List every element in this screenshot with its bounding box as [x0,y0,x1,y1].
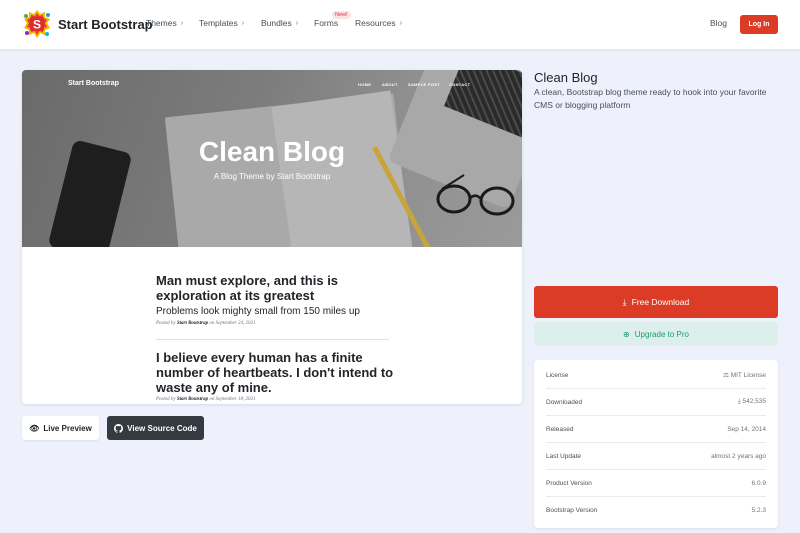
download-icon: ⤓ [737,398,741,405]
info-value: Sep 14, 2014 [727,425,766,433]
top-navbar: S Start Bootstrap Themes › Templates › B… [0,0,800,49]
preview-hero-title: Clean Blog [198,136,346,167]
chevron-right-icon: › [399,19,402,27]
license-value: MIT License [730,372,766,379]
preview-post-title: I believe every human has a finite numbe… [156,350,394,395]
view-source-button[interactable]: View Source Code [107,416,204,440]
nav-templates-label: Templates [199,18,238,28]
login-button[interactable]: Log In [740,15,778,34]
live-preview-label: Live Preview [43,423,92,433]
info-value: almost 2 years ago [711,452,766,460]
info-label: Last Update [546,452,582,460]
preview-hero-subtitle: A Blog Theme by Start Bootstrap [213,172,331,181]
info-label: License [546,371,569,379]
info-row-license: License ⚖ MIT License [546,362,766,389]
info-label: Downloaded [546,398,583,406]
eye-icon: 👁 [29,423,40,433]
post-divider [156,339,389,340]
preview-nav-about: ABOUT [382,82,398,87]
preview-nav-home: HOME [358,82,372,87]
preview-nav-sample-post: SAMPLE POST [408,82,440,87]
theme-preview-image[interactable]: Start Bootstrap HOME ABOUT SAMPLE POST C… [22,70,522,404]
preview-post-title: Man must explore, and this is exploratio… [156,273,339,303]
brand-name: Start Bootstrap [58,16,153,32]
nav-templates[interactable]: Templates › [199,18,244,28]
preview-post-date: on September 24, 2021 [209,321,256,326]
info-value: 5.2.3 [751,507,766,514]
info-value: ⤓ 542,535 [738,398,766,406]
preview-brand: Start Bootstrap [68,80,119,87]
chevron-right-icon: › [295,19,299,27]
start-bootstrap-logo-icon: S [24,10,50,38]
preview-hero: Start Bootstrap HOME ABOUT SAMPLE POST C… [22,70,522,247]
preview-nav-contact: CONTACT [449,82,471,87]
notebook-page-shape [271,90,413,247]
upgrade-to-pro-label: Upgrade to Pro [634,329,689,339]
live-preview-button[interactable]: 👁 Live Preview [22,416,99,440]
nav-forms[interactable]: Forms [314,18,338,28]
nav-forms-label: Forms [314,18,339,28]
info-row-downloaded: Downloaded ⤓ 542,535 [546,389,766,416]
preview-post-author: Start Bootstrap [176,397,209,402]
preview-post-meta-prefix: Posted by [156,321,176,326]
theme-description: A clean, Bootstrap blog theme ready to h… [534,87,767,110]
preview-post-subtitle: Problems look mighty small from 150 mile… [156,306,360,317]
chevron-right-icon: › [180,19,184,27]
view-source-label: View Source Code [127,423,197,433]
info-value[interactable]: ⚖ MIT License [723,371,766,379]
info-row-product-version: Product Version 6.0.9 [546,470,766,497]
downloaded-value: 542,535 [742,398,767,405]
preview-post-author: Start Bootstrap [176,321,209,326]
chevron-right-icon: › [241,19,245,27]
nav-blog-link[interactable]: Blog [710,18,727,28]
download-icon: ⤓ [622,296,627,307]
upgrade-icon: ⊕ [623,329,630,339]
info-row-last-update: Last Update almost 2 years ago [546,443,766,470]
brand-link[interactable]: S Start Bootstrap [23,10,153,38]
theme-title: Clean Blog [534,70,598,85]
preview-post-meta-prefix: Posted by [156,397,176,402]
preview-post-meta: Posted by Start Bootstrap on September 1… [156,397,255,402]
svg-text:S: S [33,18,41,32]
preview-post-meta: Posted by Start Bootstrap on September 2… [156,321,255,326]
nav-bundles[interactable]: Bundles › [261,18,298,28]
free-download-label: Free Download [631,297,690,307]
info-row-released: Released Sep 14, 2014 [546,416,766,443]
nav-themes[interactable]: Themes › [146,18,183,28]
preview-post-date: on September 18, 2021 [209,397,256,402]
nav-bundles-label: Bundles [261,18,292,28]
info-label: Released [546,425,574,433]
github-icon [114,423,124,433]
info-row-bootstrap-version: Bootstrap Version 5.2.3 [546,497,766,524]
upgrade-to-pro-button[interactable]: ⊕ Upgrade to Pro [534,322,778,346]
license-icon: ⚖ [723,372,729,379]
free-download-button[interactable]: ⤓ Free Download [534,286,778,318]
nav-themes-label: Themes [146,18,177,28]
info-label: Bootstrap Version [546,507,598,514]
nav-resources-label: Resources [355,18,396,28]
info-value: 6.0.9 [751,479,766,487]
theme-info-card: License ⚖ MIT License Downloaded ⤓ 542,5… [534,360,778,528]
info-label: Product Version [546,479,592,487]
nav-resources[interactable]: Resources › [355,18,402,28]
